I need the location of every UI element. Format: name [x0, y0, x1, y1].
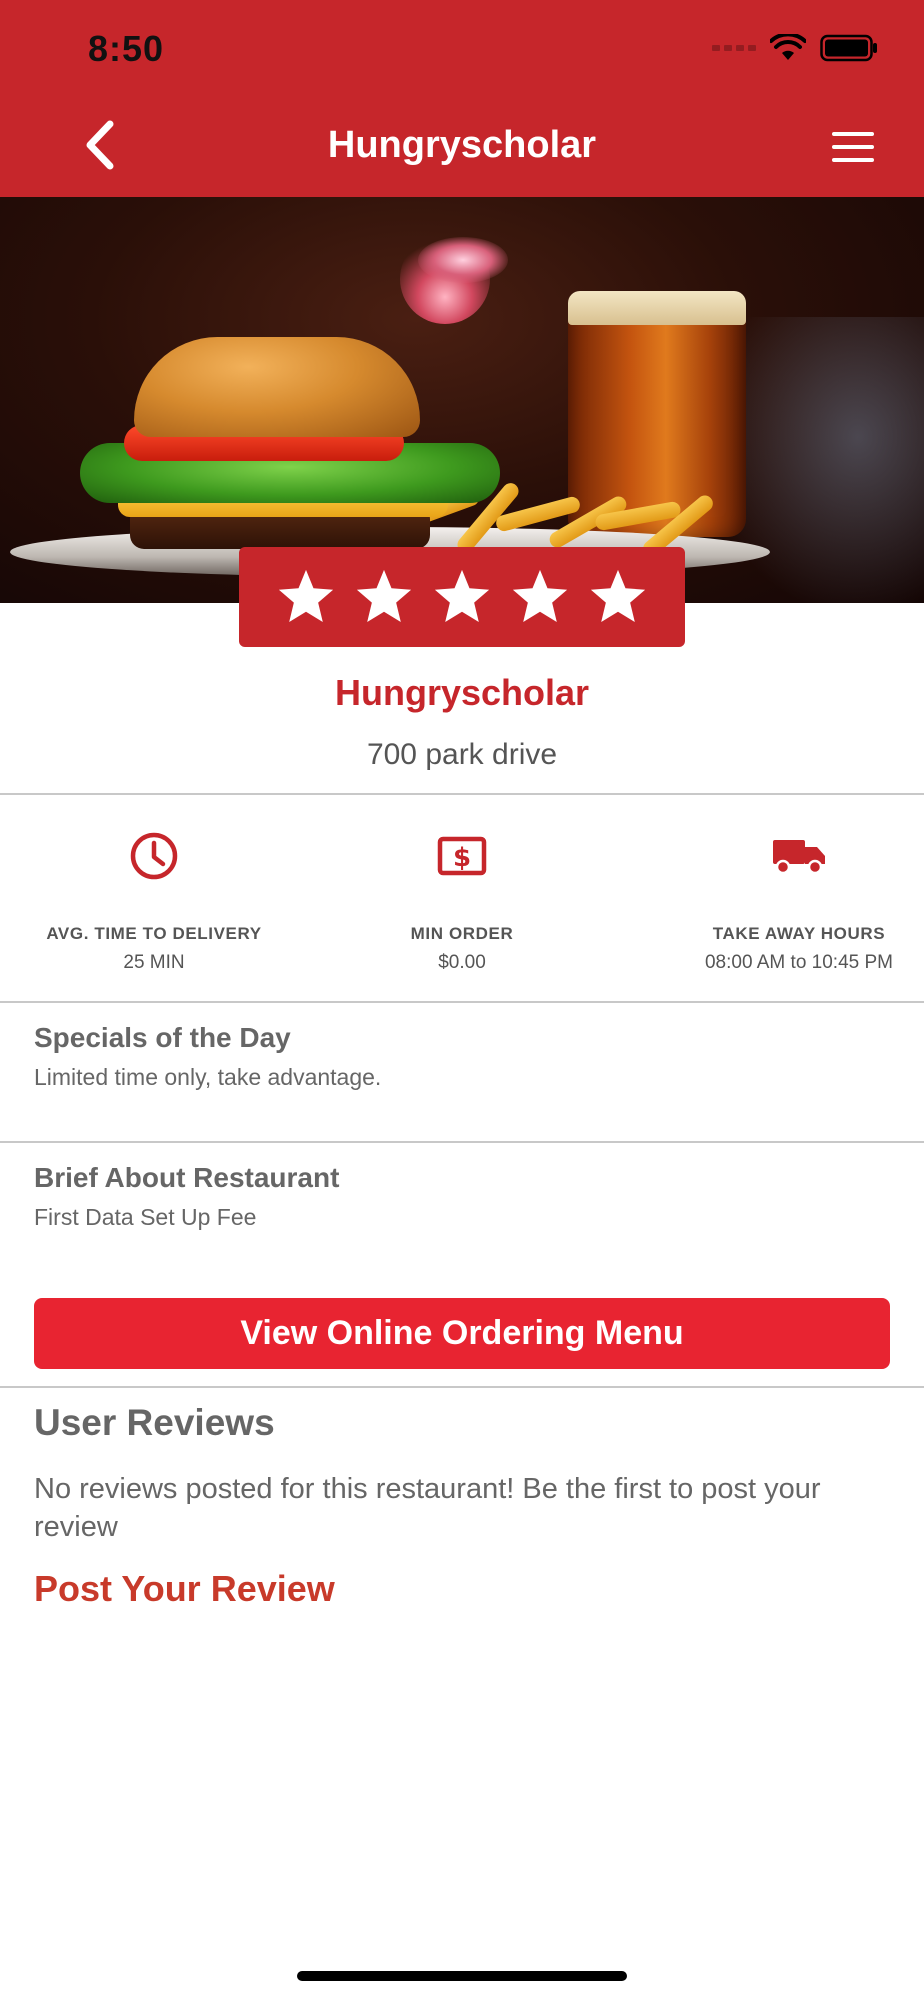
beer-foam — [568, 291, 746, 325]
clock-icon — [130, 832, 178, 880]
specials-title: Specials of the Day — [34, 1022, 291, 1053]
status-time: 8:50 — [88, 28, 165, 69]
restaurant-name: Hungryscholar — [334, 672, 590, 713]
stat-value: $0.00 — [438, 952, 486, 973]
brief-section: Brief About Restaurant First Data Set Up… — [34, 1162, 890, 1231]
lamp-light — [418, 237, 508, 283]
divider — [0, 1141, 924, 1143]
star-icon — [356, 569, 412, 623]
brief-subtitle: First Data Set Up Fee — [34, 1204, 257, 1230]
restaurant-detail-screen: 8:50 Hungryscholar Hungryscholar 700 par… — [0, 0, 924, 2000]
stat-takeaway-hours: TAKE AWAY HOURS 08:00 AM to 10:45 PM — [645, 828, 924, 974]
specials-section[interactable]: Specials of the Day Limited time only, t… — [34, 1022, 890, 1091]
stat-label: TAKE AWAY HOURS — [712, 924, 886, 943]
wifi-icon — [770, 34, 806, 60]
divider — [0, 793, 924, 795]
star-icon — [434, 569, 490, 623]
hamburger-menu-button[interactable] — [832, 132, 874, 162]
status-icons — [712, 34, 878, 62]
home-indicator — [297, 1971, 627, 1981]
stat-min-order: $ MIN ORDER $0.00 — [308, 828, 616, 974]
rating-badge — [239, 547, 685, 647]
star-icon — [590, 569, 646, 623]
stat-label: MIN ORDER — [410, 924, 514, 943]
top-navigation-bar: 8:50 Hungryscholar — [0, 0, 924, 197]
reviews-empty-message: No reviews posted for this restaurant! B… — [34, 1473, 821, 1543]
brief-title: Brief About Restaurant — [34, 1162, 340, 1193]
menu-line — [832, 158, 874, 162]
post-review-link[interactable]: Post Your Review — [34, 1568, 335, 1610]
star-icon — [278, 569, 334, 623]
star-icon — [512, 569, 568, 623]
battery-icon — [820, 34, 877, 62]
page-title: Hungryscholar — [327, 124, 597, 166]
stat-delivery-time: AVG. TIME TO DELIVERY 25 MIN — [0, 828, 308, 974]
divider — [0, 1386, 924, 1388]
menu-line — [832, 132, 874, 136]
dollar-bill-icon: $ — [437, 836, 487, 876]
divider — [0, 1001, 924, 1003]
menu-line — [832, 145, 874, 149]
view-online-ordering-menu-button[interactable]: View Online Ordering Menu — [34, 1298, 890, 1369]
stat-value: 25 MIN — [123, 952, 185, 973]
stat-label: AVG. TIME TO DELIVERY — [46, 924, 262, 943]
specials-subtitle: Limited time only, take advantage. — [34, 1064, 382, 1090]
restaurant-hero-image — [0, 197, 924, 603]
svg-text:$: $ — [453, 843, 471, 873]
stat-value: 08:00 AM to 10:45 PM — [704, 952, 893, 973]
cellular-signal-icon — [712, 45, 756, 51]
restaurant-address: 700 park drive — [366, 738, 558, 771]
burger-bun — [134, 337, 420, 437]
delivery-truck-icon — [773, 840, 825, 875]
reviews-title: User Reviews — [34, 1402, 275, 1443]
